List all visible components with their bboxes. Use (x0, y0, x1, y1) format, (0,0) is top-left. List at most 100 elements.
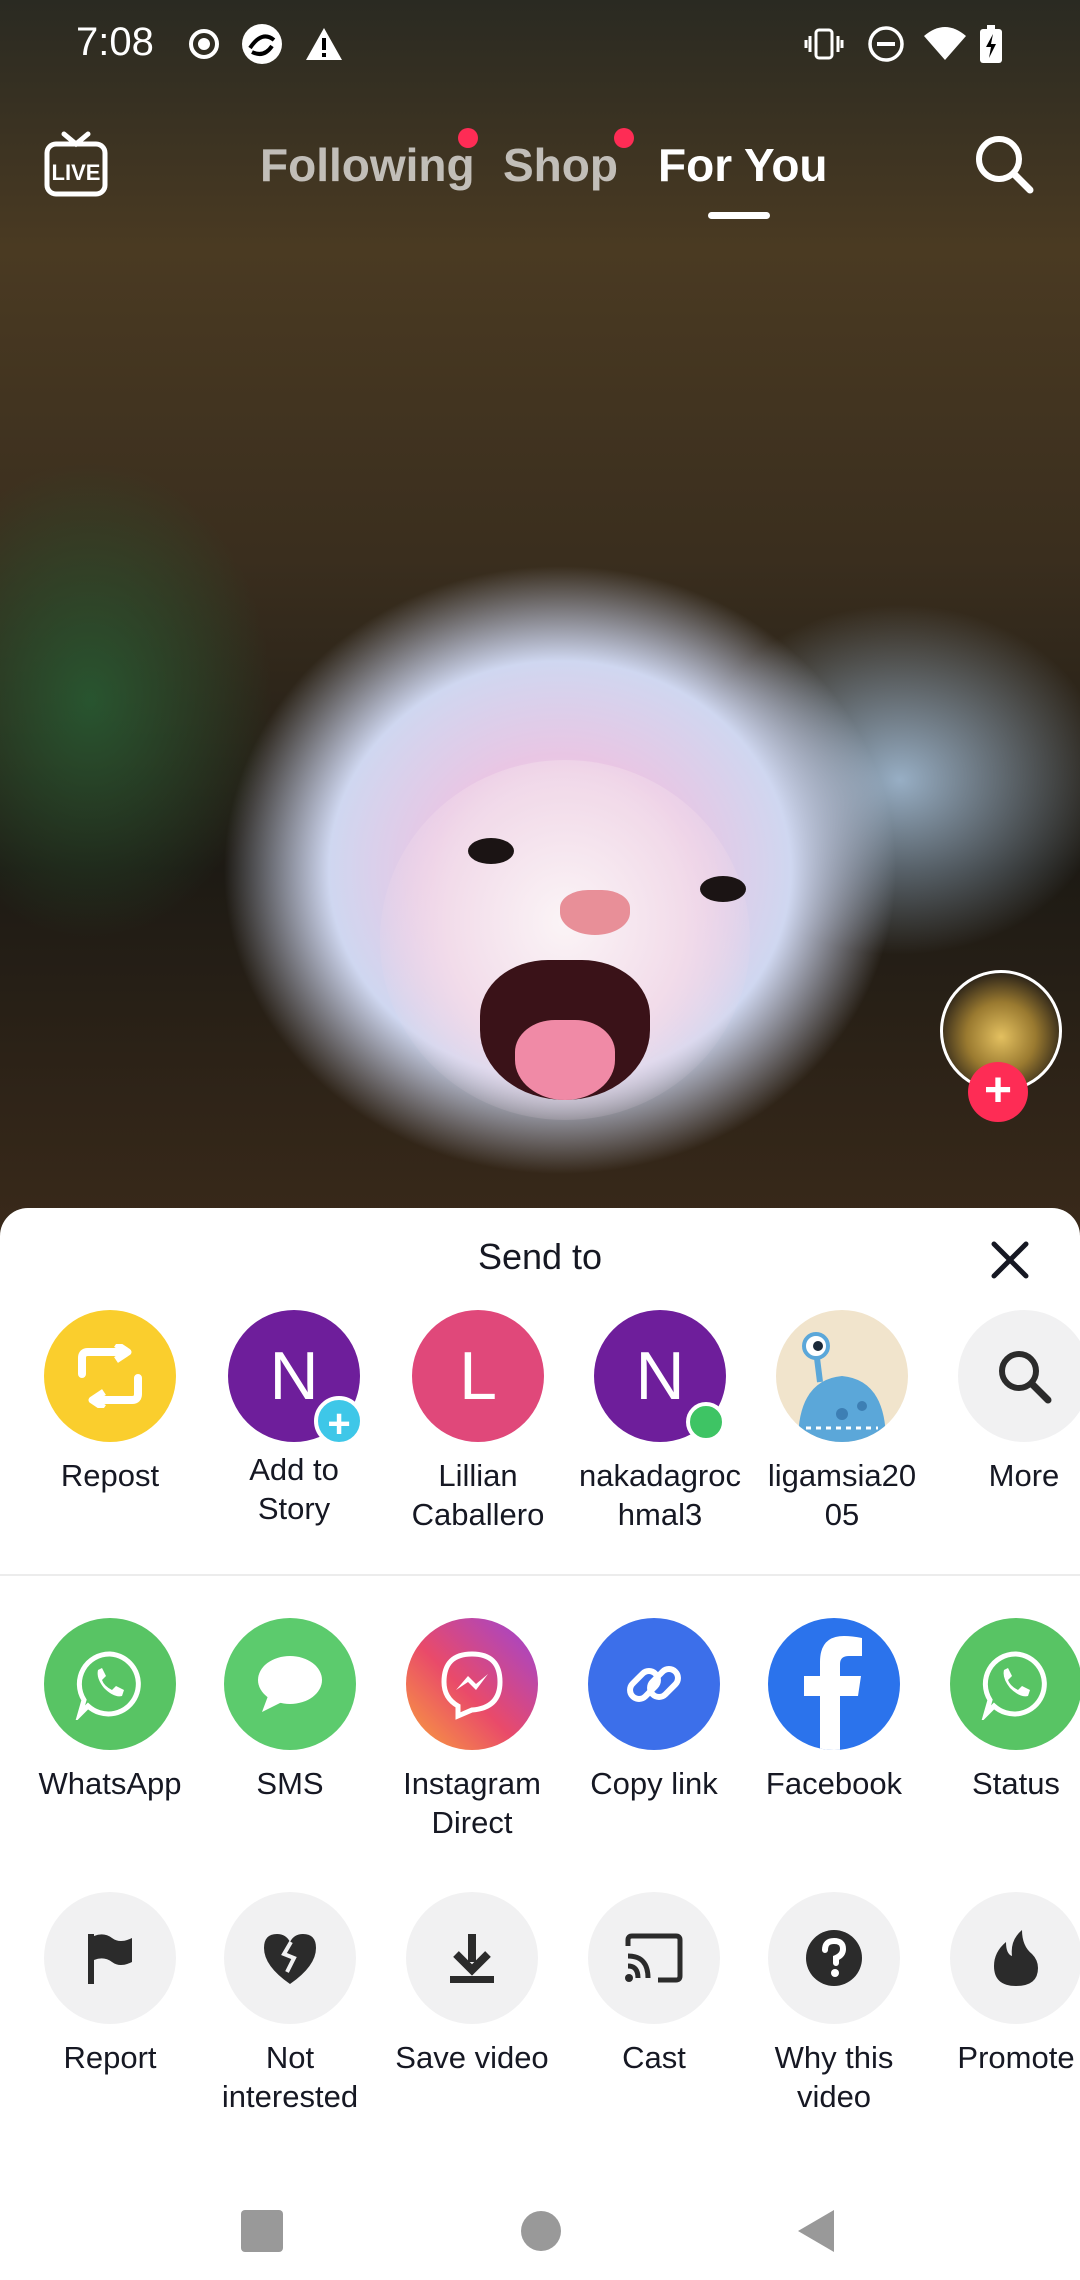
sheet-divider (0, 1574, 1080, 1576)
share-facebook-button[interactable]: Facebook (744, 1618, 924, 1803)
top-nav: LIVE Following Shop For You (0, 110, 1080, 230)
sms-icon (258, 1656, 322, 1712)
do-not-disturb-icon (868, 26, 904, 62)
repost-icon (78, 1344, 142, 1408)
contact-label: ligamsia20 05 (767, 1458, 917, 1532)
video-tongue (515, 1020, 615, 1100)
report-circle (44, 1892, 176, 2024)
not-interested-circle (224, 1892, 356, 2024)
facebook-label: Facebook (765, 1766, 903, 1801)
share-status-button[interactable]: Status (926, 1618, 1080, 1803)
promote-circle (950, 1892, 1080, 2024)
repost-circle (44, 1310, 176, 1442)
add-to-story-label: Add to Story (249, 1452, 339, 1526)
contact-label: Lillian Caballero (411, 1458, 545, 1532)
vibrate-icon (804, 28, 844, 60)
story-avatar: N + (228, 1310, 364, 1446)
contact-lillian-caballero[interactable]: L Lillian Caballero (388, 1310, 568, 1534)
battery-charging-icon (980, 25, 1002, 63)
cast-icon (625, 1933, 683, 1983)
contact-avatar: N (594, 1310, 726, 1442)
report-button[interactable]: Report (20, 1892, 200, 2077)
why-this-video-label: Why this video (774, 2040, 894, 2114)
flag-icon (88, 1934, 132, 1984)
following-notification-dot (458, 128, 478, 148)
copy-link-label: Copy link (590, 1766, 718, 1801)
svg-text:LIVE: LIVE (52, 160, 101, 185)
home-icon[interactable] (520, 2210, 562, 2252)
copy-link-button[interactable]: Copy link (564, 1618, 744, 1803)
why-this-video-circle (768, 1892, 900, 2024)
contact-label: nakadagroc hmal3 (578, 1458, 741, 1532)
tab-for-you[interactable]: For You (658, 138, 828, 192)
shop-notification-dot (614, 128, 634, 148)
facebook-icon (804, 1636, 862, 1750)
more-label: More (988, 1458, 1060, 1493)
contact-avatar (776, 1310, 908, 1442)
share-whatsapp-button[interactable]: WhatsApp (20, 1618, 200, 1803)
story-avatar-letter: N (269, 1338, 319, 1414)
live-icon[interactable]: LIVE (44, 130, 108, 198)
promote-label: Promote (957, 2040, 1075, 2075)
close-icon[interactable] (988, 1238, 1032, 1282)
search-icon[interactable] (972, 132, 1036, 196)
cast-label: Cast (622, 2040, 686, 2075)
tab-following[interactable]: Following (260, 138, 475, 192)
instagram-direct-label: Instagram Direct (403, 1766, 541, 1840)
more-contacts-button[interactable]: More (934, 1310, 1080, 1495)
more-circle (958, 1310, 1080, 1442)
tab-shop[interactable]: Shop (503, 138, 618, 192)
record-icon (189, 29, 219, 59)
alien-avatar-icon (798, 1332, 886, 1442)
sms-label: SMS (256, 1766, 324, 1801)
contact-avatar-letter: L (459, 1338, 497, 1414)
add-plus-icon: + (314, 1396, 364, 1446)
why-this-video-button[interactable]: Why this video (744, 1892, 924, 2116)
app-icon (242, 24, 282, 64)
whatsapp-icon (981, 1651, 1047, 1720)
cast-button[interactable]: Cast (564, 1892, 744, 2077)
back-icon[interactable] (796, 2208, 836, 2254)
search-icon (999, 1351, 1052, 1404)
not-interested-button[interactable]: Not interested (200, 1892, 380, 2116)
repost-label: Repost (60, 1458, 160, 1493)
status-circle (950, 1618, 1080, 1750)
active-tab-indicator (708, 212, 770, 219)
flame-icon (994, 1930, 1038, 1986)
follow-plus-button[interactable]: + (968, 1062, 1028, 1122)
system-nav-bar (0, 2180, 1080, 2280)
sheet-title: Send to (477, 1236, 603, 1277)
status-label: Status (972, 1766, 1060, 1801)
instagram-circle (406, 1618, 538, 1750)
online-status-icon (686, 1402, 726, 1442)
facebook-circle (768, 1618, 900, 1750)
link-icon (627, 1666, 681, 1702)
contact-avatar-letter: N (635, 1338, 685, 1414)
contact-avatar: L (412, 1310, 544, 1442)
warning-icon (306, 28, 342, 60)
whatsapp-label: WhatsApp (38, 1766, 182, 1801)
save-video-circle (406, 1892, 538, 2024)
video-nose (560, 890, 630, 935)
question-icon (806, 1930, 862, 1986)
share-sms-button[interactable]: SMS (200, 1618, 380, 1803)
status-time: 7:08 (76, 20, 154, 64)
add-to-story-button[interactable]: N + Add to Story (204, 1310, 384, 1528)
whatsapp-icon (75, 1651, 141, 1720)
download-icon (450, 1934, 494, 1983)
contact-ligamsia2005[interactable]: ligamsia20 05 (752, 1310, 932, 1534)
whatsapp-circle (44, 1618, 176, 1750)
video-eye-right (700, 876, 746, 902)
cast-circle (588, 1892, 720, 2024)
repost-button[interactable]: Repost (20, 1310, 200, 1495)
promote-button[interactable]: Promote (926, 1892, 1080, 2077)
save-video-button[interactable]: Save video (382, 1892, 562, 2077)
save-video-label: Save video (395, 2040, 549, 2075)
video-eye-left (468, 838, 514, 864)
status-bar: 7:08 (0, 0, 1080, 90)
contact-nakadagrochmal3[interactable]: N nakadagroc hmal3 (570, 1310, 750, 1534)
recents-icon[interactable] (241, 2210, 283, 2252)
copy-link-circle (588, 1618, 720, 1750)
share-instagram-direct-button[interactable]: Instagram Direct (382, 1618, 562, 1842)
not-interested-label: Not interested (221, 2040, 359, 2114)
